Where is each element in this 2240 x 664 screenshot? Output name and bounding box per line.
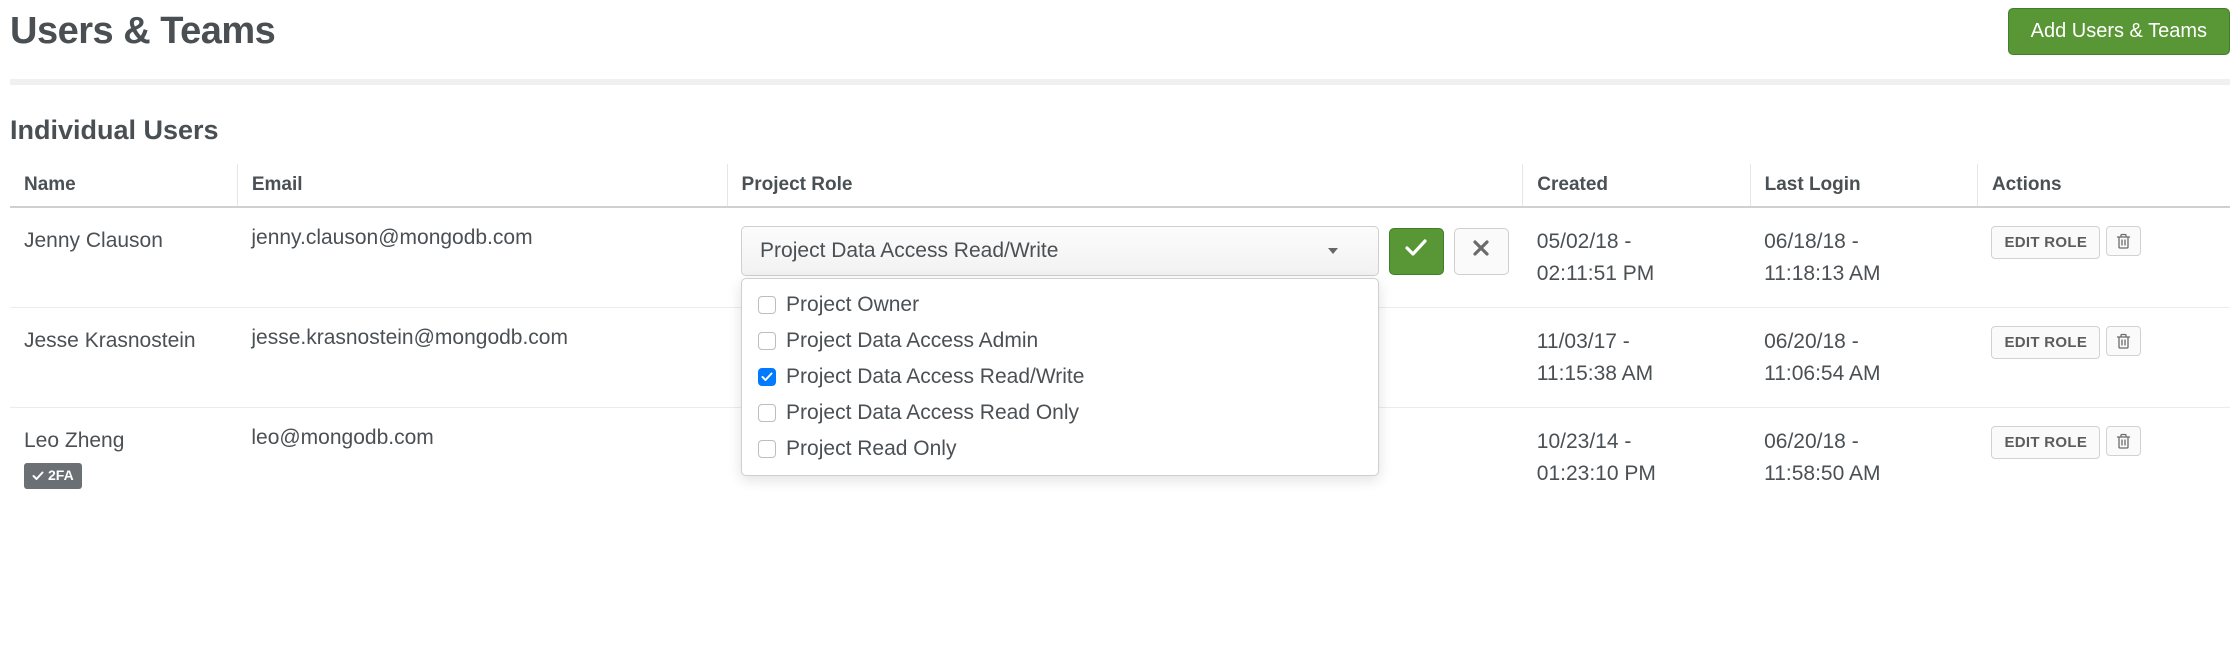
cell-name: Jesse Krasnostein xyxy=(10,308,237,408)
delete-user-button[interactable] xyxy=(2106,326,2141,356)
twofa-badge: 2FA xyxy=(24,463,82,489)
twofa-label: 2FA xyxy=(48,466,74,486)
role-option[interactable]: Project Owner xyxy=(742,287,1378,323)
edit-role-button[interactable]: EDIT ROLE xyxy=(1991,326,2100,359)
cell-created: 05/02/18 -02:11:51 PM xyxy=(1523,207,1750,308)
cell-email: jenny.clauson@mongodb.com xyxy=(237,207,727,308)
checkbox-icon xyxy=(758,368,776,386)
caret-down-icon xyxy=(1328,248,1338,254)
user-name: Leo Zheng xyxy=(24,426,223,455)
delete-user-button[interactable] xyxy=(2106,226,2141,256)
cell-actions: EDIT ROLE xyxy=(1977,207,2230,308)
col-header-created: Created xyxy=(1523,164,1750,207)
checkbox-icon xyxy=(758,440,776,458)
role-option[interactable]: Project Data Access Read Only xyxy=(742,395,1378,431)
created-line2: 11:15:38 AM xyxy=(1537,358,1736,390)
last-login-line2: 11:06:54 AM xyxy=(1764,358,1963,390)
role-option-label: Project Data Access Read Only xyxy=(786,401,1079,425)
col-header-last-login: Last Login xyxy=(1750,164,1977,207)
close-icon xyxy=(1472,239,1490,263)
created-line2: 01:23:10 PM xyxy=(1537,458,1736,490)
role-option-label: Project Data Access Admin xyxy=(786,329,1038,353)
trash-icon xyxy=(2116,233,2131,249)
section-title: Individual Users xyxy=(10,115,2230,146)
confirm-role-button[interactable] xyxy=(1389,228,1444,275)
page-title: Users & Teams xyxy=(10,10,275,53)
col-header-name: Name xyxy=(10,164,237,207)
edit-role-button[interactable]: EDIT ROLE xyxy=(1991,426,2100,459)
cell-email: jesse.krasnostein@mongodb.com xyxy=(237,308,727,408)
cell-name: Jenny Clauson xyxy=(10,207,237,308)
users-table: Name Email Project Role Created Last Log… xyxy=(10,164,2230,508)
add-users-teams-button[interactable]: Add Users & Teams xyxy=(2008,8,2230,55)
checkbox-icon xyxy=(758,296,776,314)
delete-user-button[interactable] xyxy=(2106,426,2141,456)
trash-icon xyxy=(2116,333,2131,349)
checkbox-icon xyxy=(758,332,776,350)
last-login-line2: 11:58:50 AM xyxy=(1764,458,1963,490)
cell-name: Leo Zheng 2FA xyxy=(10,408,237,508)
cell-role: Project Data Access Read/WriteProject Ow… xyxy=(727,207,1523,308)
col-header-role: Project Role xyxy=(727,164,1523,207)
cell-actions: EDIT ROLE xyxy=(1977,308,2230,408)
edit-role-button[interactable]: EDIT ROLE xyxy=(1991,226,2100,259)
role-option[interactable]: Project Read Only xyxy=(742,431,1378,467)
user-name: Jenny Clauson xyxy=(24,226,223,255)
created-line1: 11/03/17 - xyxy=(1537,326,1736,358)
created-line1: 05/02/18 - xyxy=(1537,226,1736,258)
cell-email: leo@mongodb.com xyxy=(237,408,727,508)
cell-last-login: 06/20/18 -11:58:50 AM xyxy=(1750,408,1977,508)
section-divider xyxy=(10,79,2230,85)
check-icon xyxy=(1405,239,1427,263)
trash-icon xyxy=(2116,433,2131,449)
cell-actions: EDIT ROLE xyxy=(1977,408,2230,508)
created-line1: 10/23/14 - xyxy=(1537,426,1736,458)
role-dropdown-label: Project Data Access Read/Write xyxy=(760,239,1058,263)
col-header-email: Email xyxy=(237,164,727,207)
role-option[interactable]: Project Data Access Read/Write xyxy=(742,359,1378,395)
role-option-label: Project Read Only xyxy=(786,437,956,461)
last-login-line1: 06/20/18 - xyxy=(1764,426,1963,458)
role-option-label: Project Owner xyxy=(786,293,919,317)
cancel-role-button[interactable] xyxy=(1454,228,1509,275)
cell-created: 10/23/14 -01:23:10 PM xyxy=(1523,408,1750,508)
table-row: Jenny Clausonjenny.clauson@mongodb.comPr… xyxy=(10,207,2230,308)
cell-created: 11/03/17 -11:15:38 AM xyxy=(1523,308,1750,408)
cell-last-login: 06/18/18 -11:18:13 AM xyxy=(1750,207,1977,308)
cell-last-login: 06/20/18 -11:06:54 AM xyxy=(1750,308,1977,408)
last-login-line1: 06/20/18 - xyxy=(1764,326,1963,358)
col-header-actions: Actions xyxy=(1977,164,2230,207)
role-dropdown-menu: Project Owner Project Data Access Admin Pr… xyxy=(741,278,1379,476)
role-dropdown[interactable]: Project Data Access Read/Write xyxy=(741,226,1379,276)
role-option-label: Project Data Access Read/Write xyxy=(786,365,1084,389)
checkbox-icon xyxy=(758,404,776,422)
user-name: Jesse Krasnostein xyxy=(24,326,223,355)
role-option[interactable]: Project Data Access Admin xyxy=(742,323,1378,359)
last-login-line2: 11:18:13 AM xyxy=(1764,258,1963,290)
created-line2: 02:11:51 PM xyxy=(1537,258,1736,290)
last-login-line1: 06/18/18 - xyxy=(1764,226,1963,258)
